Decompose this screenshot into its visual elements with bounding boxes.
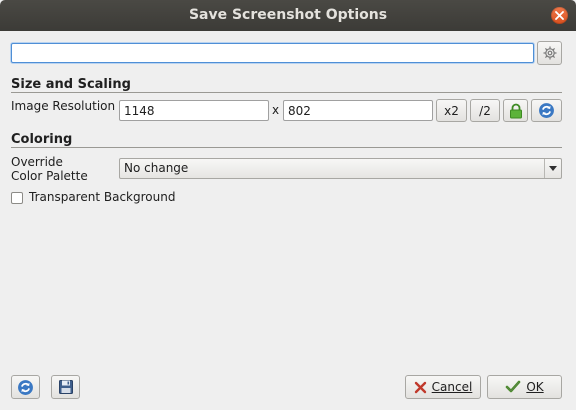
override-palette-label: Override Color Palette — [11, 155, 88, 183]
dropdown-button[interactable] — [544, 159, 561, 178]
filename-input[interactable] — [11, 43, 534, 63]
floppy-disk-icon — [58, 380, 73, 394]
override-palette-label-line1: Override — [11, 155, 63, 169]
half-resolution-label: /2 — [479, 103, 491, 118]
color-palette-selected: No change — [124, 161, 189, 175]
lock-aspect-button[interactable] — [503, 99, 528, 122]
title-bar[interactable]: Save Screenshot Options — [0, 0, 576, 31]
half-resolution-button[interactable]: /2 — [470, 99, 500, 122]
save-settings-button[interactable] — [51, 375, 80, 399]
gear-icon — [543, 46, 556, 60]
chevron-down-icon — [549, 166, 557, 171]
ok-button[interactable]: OK — [487, 375, 562, 399]
double-resolution-button[interactable]: x2 — [436, 99, 467, 122]
transparent-background-label[interactable]: Transparent Background — [29, 190, 175, 204]
close-icon — [555, 11, 564, 20]
coloring-heading: Coloring — [11, 132, 73, 147]
image-resolution-label: Image Resolution — [11, 99, 116, 113]
transparent-background-checkbox[interactable] — [11, 192, 23, 204]
width-input[interactable] — [119, 100, 269, 121]
resolution-separator: x — [272, 103, 280, 117]
ok-label: OK — [526, 380, 544, 394]
save-screenshot-dialog: Save Screenshot Options Size and Scaling… — [0, 0, 576, 410]
refresh-icon — [539, 103, 554, 118]
x-icon — [414, 381, 426, 393]
reset-settings-button[interactable] — [11, 375, 40, 399]
cancel-label: Cancel — [431, 380, 473, 394]
coloring-divider — [11, 147, 562, 148]
height-input[interactable] — [283, 100, 433, 121]
window-title: Save Screenshot Options — [188, 7, 388, 23]
refresh-icon — [18, 379, 33, 395]
size-scaling-heading: Size and Scaling — [11, 77, 131, 92]
close-button[interactable] — [551, 7, 568, 24]
color-palette-select[interactable]: No change — [119, 158, 562, 179]
override-palette-label-line2: Color Palette — [11, 169, 88, 183]
reset-resolution-button[interactable] — [531, 99, 562, 122]
double-resolution-label: x2 — [444, 103, 459, 118]
cancel-button[interactable]: Cancel — [405, 375, 481, 399]
size-scaling-divider — [11, 92, 562, 93]
file-options-button[interactable] — [537, 41, 562, 65]
checkmark-icon — [506, 380, 521, 393]
lock-icon — [509, 103, 522, 118]
